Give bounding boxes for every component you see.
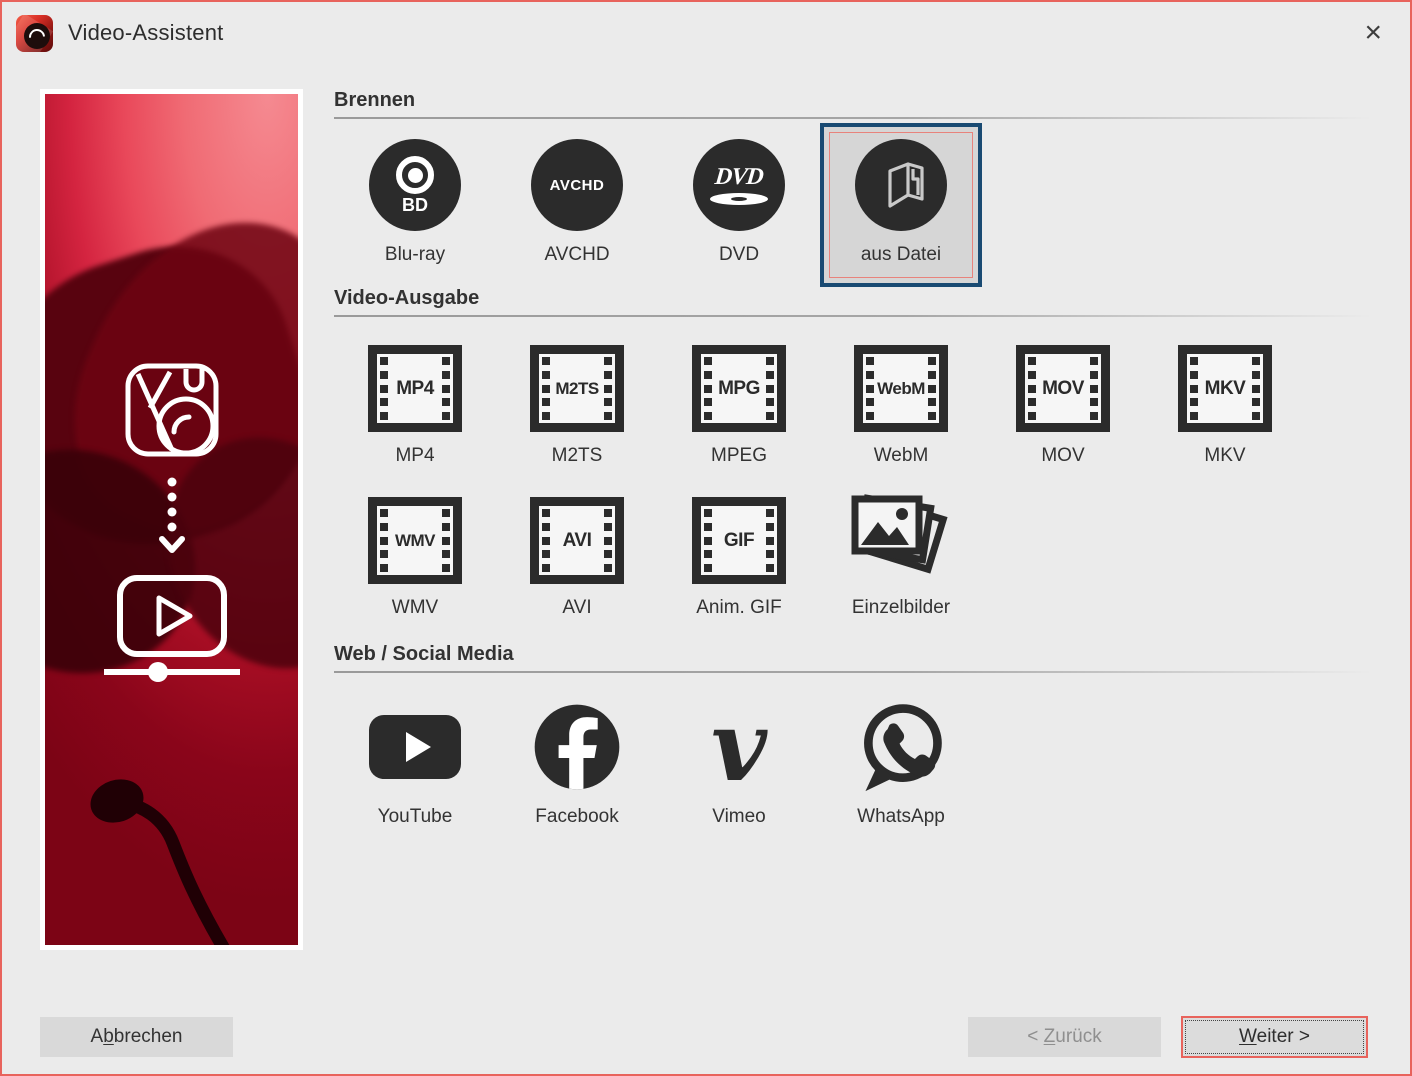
avchd-disc-icon: AVCHD	[531, 139, 623, 231]
video-formats-row-1: MP4 MP4 M2TS M2TS MPG	[334, 345, 1372, 467]
filmstrip-icon: WebM	[854, 345, 948, 432]
dvd-disc-icon: DVD	[693, 139, 785, 231]
burn-options-row: BD Blu-ray AVCHD AVCHD DVD DVD	[334, 123, 1372, 287]
whatsapp-icon	[853, 701, 949, 793]
youtube-icon	[369, 701, 461, 793]
filmstrip-icon: MOV	[1016, 345, 1110, 432]
close-icon[interactable]: ×	[1358, 18, 1388, 48]
option-facebook[interactable]: Facebook	[496, 701, 658, 828]
option-label: MOV	[1041, 445, 1084, 467]
next-button[interactable]: Weiter >	[1181, 1016, 1368, 1058]
disc-image-from-file-icon	[855, 139, 947, 231]
option-label: AVCHD	[544, 244, 609, 266]
option-label: MPEG	[711, 445, 767, 467]
preview-pane	[40, 89, 303, 950]
option-label: WMV	[392, 597, 438, 619]
option-label: WebM	[874, 445, 929, 467]
filmstrip-icon: MKV	[1178, 345, 1272, 432]
social-options-row: YouTube Facebook v	[334, 701, 1372, 828]
vimeo-icon: v	[711, 701, 767, 793]
filmstrip-icon: GIF	[692, 497, 786, 584]
option-label: MKV	[1204, 445, 1245, 467]
dialog-footer: Abbrechen < Zurück Weiter >	[40, 1016, 1368, 1058]
option-label: YouTube	[378, 806, 453, 828]
option-avi[interactable]: AVI AVI	[496, 497, 658, 619]
video-assistant-dialog: Video-Assistent ×	[0, 0, 1412, 1076]
image-stack-icon	[847, 497, 955, 584]
option-label: Einzelbilder	[852, 597, 950, 619]
option-m2ts[interactable]: M2TS M2TS	[496, 345, 658, 467]
section-title-video-ausgabe: Video-Ausgabe	[334, 287, 1372, 310]
option-vimeo[interactable]: v Vimeo	[658, 701, 820, 828]
option-mkv[interactable]: MKV MKV	[1144, 345, 1306, 467]
facebook-icon	[531, 701, 623, 793]
option-label: aus Datei	[861, 244, 941, 266]
option-wmv[interactable]: WMV WMV	[334, 497, 496, 619]
section-divider	[334, 671, 1372, 673]
wizard-step-overlays	[45, 94, 298, 945]
video-formats-row-2: WMV WMV AVI AVI GIF	[334, 497, 1372, 619]
option-einzelbilder[interactable]: Einzelbilder	[820, 497, 982, 619]
wizard-nav-buttons: < Zurück Weiter >	[968, 1016, 1368, 1058]
option-label: DVD	[719, 244, 759, 266]
option-label: Vimeo	[712, 806, 766, 828]
app-logo-icon	[16, 15, 53, 52]
option-label: M2TS	[552, 445, 603, 467]
format-selection-area: Brennen BD Blu-ray AVCHD AVCHD	[303, 89, 1372, 950]
option-mpeg[interactable]: MPG MPEG	[658, 345, 820, 467]
section-title-brennen: Brennen	[334, 89, 1372, 112]
option-youtube[interactable]: YouTube	[334, 701, 496, 828]
arrow-down-dotted-icon	[159, 476, 185, 558]
option-label: Blu-ray	[385, 244, 445, 266]
option-mov[interactable]: MOV MOV	[982, 345, 1144, 467]
option-blu-ray[interactable]: BD Blu-ray	[334, 123, 496, 287]
filmstrip-icon: MP4	[368, 345, 462, 432]
cancel-button[interactable]: Abbrechen	[40, 1017, 233, 1057]
section-divider	[334, 315, 1372, 317]
filmstrip-icon: MPG	[692, 345, 786, 432]
option-mp4[interactable]: MP4 MP4	[334, 345, 496, 467]
option-label: Facebook	[535, 806, 618, 828]
option-dvd[interactable]: DVD DVD	[658, 123, 820, 287]
filmstrip-icon: M2TS	[530, 345, 624, 432]
option-whatsapp[interactable]: WhatsApp	[820, 701, 982, 828]
section-title-web-social: Web / Social Media	[334, 643, 1372, 666]
option-aus-datei[interactable]: aus Datei	[820, 123, 982, 287]
filmstrip-icon: AVI	[530, 497, 624, 584]
option-anim-gif[interactable]: GIF Anim. GIF	[658, 497, 820, 619]
title-bar: Video-Assistent ×	[2, 2, 1410, 64]
flower-preview-image	[45, 94, 298, 945]
window-title: Video-Assistent	[68, 20, 223, 46]
filmstrip-icon: WMV	[368, 497, 462, 584]
option-label: MP4	[395, 445, 434, 467]
back-button[interactable]: < Zurück	[968, 1017, 1161, 1057]
option-label: Anim. GIF	[696, 597, 782, 619]
option-label: WhatsApp	[857, 806, 945, 828]
video-player-outline-icon	[92, 574, 252, 686]
bluray-disc-icon: BD	[369, 139, 461, 231]
program-logo-outline-icon	[124, 362, 220, 458]
section-divider	[334, 117, 1372, 119]
dialog-body: Brennen BD Blu-ray AVCHD AVCHD	[2, 64, 1410, 950]
option-avchd[interactable]: AVCHD AVCHD	[496, 123, 658, 287]
option-webm[interactable]: WebM WebM	[820, 345, 982, 467]
option-label: AVI	[562, 597, 591, 619]
